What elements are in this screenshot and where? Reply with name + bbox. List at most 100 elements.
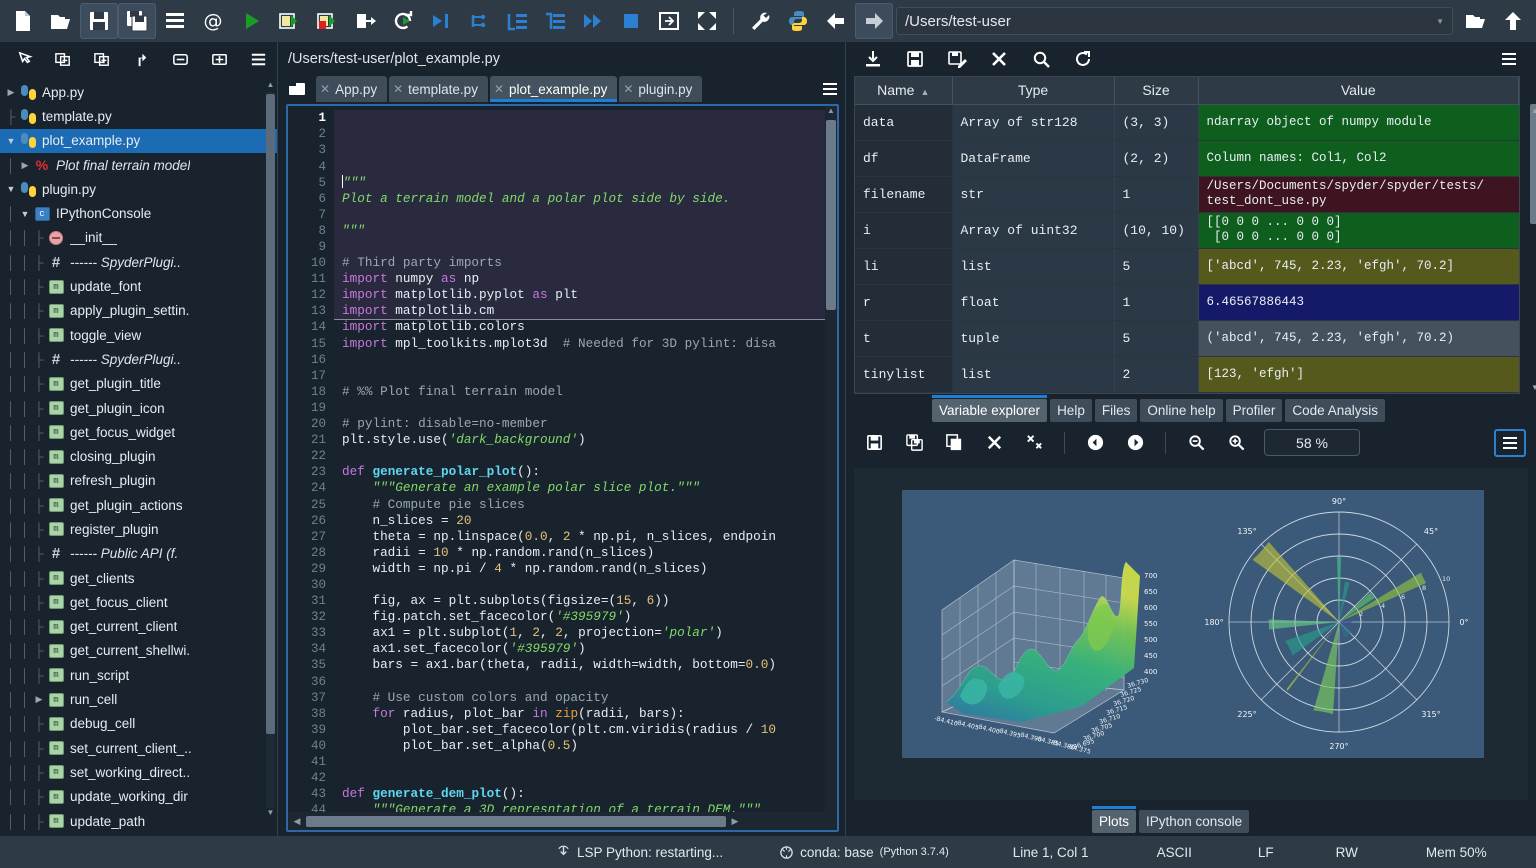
collapse-selection-icon[interactable] [45, 45, 82, 73]
cell-name[interactable]: i [855, 212, 953, 249]
cell-value[interactable]: ['abcd', 745, 2.23, 'efgh', 70.2] [1198, 248, 1519, 285]
chevron-right-icon[interactable]: ▶ [4, 87, 18, 98]
cell-value[interactable]: ('abcd', 745, 2.23, 'efgh', 70.2) [1198, 320, 1519, 357]
cell-size[interactable]: (3, 3) [1114, 104, 1199, 141]
interpreter-status[interactable]: conda: base (Python 3.7.4) [779, 845, 949, 860]
plots-options-icon[interactable] [1494, 428, 1526, 457]
cell-size[interactable]: 5 [1114, 320, 1199, 357]
working-directory-input[interactable]: /Users/test-user ▼ [896, 7, 1453, 35]
copy-plot-icon[interactable] [936, 428, 972, 458]
tab-ipython-console[interactable]: IPython console [1139, 810, 1250, 833]
outline-item-set-working-direct[interactable]: │ │ ├ m set_working_direct.. [0, 760, 277, 784]
column-header-size[interactable]: Size [1114, 77, 1199, 105]
right-pane-tabs[interactable]: Variable explorer Help Files Online help Pro… [846, 394, 1536, 422]
table-header-row[interactable]: Name ▲ Type Size Value [855, 77, 1519, 105]
outline-tree[interactable]: ▶ App.py ├ template.py ▼ plot_example.py │ ▶% Pl… [0, 76, 277, 833]
tab-help[interactable]: Help [1050, 398, 1092, 422]
arrow-up-icon[interactable] [1494, 3, 1532, 39]
save-data-icon[interactable] [896, 45, 934, 73]
outline-item-get-current-client[interactable]: │ │ ├ m get_current_client [0, 615, 277, 639]
editor-tab-plugin-py[interactable]: ✕ plugin.py [619, 76, 703, 103]
hscroll-right-arrow-icon[interactable]: ▶ [728, 816, 742, 827]
editor-vertical-scrollbar[interactable]: ▲ [825, 106, 837, 812]
outline-item-run-cell[interactable]: │ │ ▶ m run_cell [0, 687, 277, 711]
cell-size[interactable]: (2, 2) [1114, 140, 1199, 177]
outline-item-run-script[interactable]: │ │ ├ m run_script [0, 663, 277, 687]
outline-item-spyderplugi[interactable]: │ │ ├ # ------ SpyderPlugi.. [0, 347, 277, 371]
outline-item-update-working-dir[interactable]: │ │ ├ m update_working_dir [0, 785, 277, 809]
cell-name[interactable]: tinylist [855, 356, 953, 393]
python-logo-icon[interactable] [779, 3, 817, 39]
editor-options-icon[interactable] [815, 76, 845, 102]
cell-size[interactable]: 2 [1114, 356, 1199, 393]
cell-name[interactable]: data [855, 104, 953, 141]
chevron-right-icon[interactable]: ▶ [18, 160, 32, 171]
lsp-status[interactable]: LSP Python: restarting... [556, 845, 723, 860]
outline-scrollbar[interactable]: ▲ ▼ [266, 80, 275, 820]
scrollbar-thumb[interactable] [266, 94, 275, 734]
outline-item-update-font[interactable]: │ │ ├ m update_font [0, 274, 277, 298]
outline-item-register-plugin[interactable]: │ │ ├ m register_plugin [0, 517, 277, 541]
outline-item-plot-final-terrain-model[interactable]: │ ▶% Plot final terrain model [0, 153, 277, 177]
save-data-as-icon[interactable] [938, 45, 976, 73]
code-text[interactable]: """ Plot a terrain model and a polar plot… [334, 106, 837, 812]
cell-name[interactable]: r [855, 284, 953, 321]
outline-item-spyderplugi[interactable]: │ │ ├ # ------ SpyderPlugi.. [0, 250, 277, 274]
cell-size[interactable]: 1 [1114, 176, 1199, 213]
open-file-icon[interactable] [42, 3, 80, 39]
cell-value[interactable]: Column names: Col1, Col2 [1198, 140, 1519, 177]
column-header-value[interactable]: Value [1198, 77, 1519, 105]
folder-open-icon[interactable] [1456, 3, 1494, 39]
bottom-pane-tabs[interactable]: Plots IPython console [846, 800, 1536, 836]
scroll-down-arrow-icon[interactable]: ▼ [1531, 383, 1536, 392]
outline-item-closing-plugin[interactable]: │ │ ├ m closing_plugin [0, 444, 277, 468]
cell-type[interactable]: list [952, 248, 1115, 285]
outline-item-plugin-py[interactable]: ▼ plugin.py [0, 177, 277, 201]
table-body[interactable]: data Array of str128 (3, 3) ndarray object … [855, 104, 1519, 393]
cell-type[interactable]: list [952, 356, 1115, 393]
editor-hscroll-thumb[interactable] [306, 815, 726, 827]
cell-type[interactable]: float [952, 284, 1115, 321]
cell-value[interactable]: 6.46567886443 [1198, 284, 1519, 321]
outline-item-set-current-client[interactable]: │ │ ├ m set_current_client_.. [0, 736, 277, 760]
outline-item-refresh-plugin[interactable]: │ │ ├ m refresh_plugin [0, 469, 277, 493]
go-to-cursor-icon[interactable] [6, 45, 43, 73]
search-variables-icon[interactable] [1022, 45, 1060, 73]
run-cell-advance-icon[interactable] [308, 3, 346, 39]
close-tab-icon[interactable]: ✕ [320, 82, 330, 96]
editor-vscroll-thumb[interactable] [826, 120, 836, 311]
table-row[interactable]: filename str 1/Users/Documents/spyder/spyd… [855, 176, 1519, 213]
remove-all-variables-icon[interactable] [980, 45, 1018, 73]
wrench-icon[interactable] [741, 3, 779, 39]
next-plot-icon[interactable] [1117, 428, 1153, 458]
remove-plot-icon[interactable] [976, 428, 1012, 458]
code-area[interactable]: 1 2 3 4 5 6 7 8 9 10 11 12 13 14 15 16 17 18 19 20 21 22 23 24 2… [288, 106, 837, 812]
hscroll-left-arrow-icon[interactable]: ◀ [290, 816, 304, 827]
import-data-icon[interactable] [854, 45, 892, 73]
scroll-up-arrow-icon[interactable]: ▲ [1531, 106, 1536, 115]
run-file-icon[interactable] [232, 3, 270, 39]
table-row[interactable]: i Array of uint32 (10, 10) [[0 0 0 ... 0 0 … [855, 212, 1519, 249]
variable-explorer-options-icon[interactable] [1490, 45, 1528, 73]
browse-tabs-icon[interactable] [284, 76, 310, 102]
cell-size[interactable]: (10, 10) [1114, 212, 1199, 249]
save-plot-icon[interactable] [856, 428, 892, 458]
maximize-pane-icon[interactable] [650, 3, 688, 39]
editor-horizontal-scrollbar[interactable]: ◀ ▶ [288, 812, 837, 830]
chevron-down-icon[interactable]: ▼ [18, 209, 32, 219]
file-switcher-icon[interactable] [156, 3, 194, 39]
tab-files[interactable]: Files [1094, 398, 1138, 422]
code-editor[interactable]: 1 2 3 4 5 6 7 8 9 10 11 12 13 14 15 16 17 18 19 20 21 22 23 24 2… [286, 104, 839, 832]
variable-explorer-table[interactable]: Name ▲ Type Size Value data Array of str128 (3… [855, 77, 1519, 393]
run-cell-icon[interactable] [270, 3, 308, 39]
plots-display-area[interactable]: 700 650 600 550 500 450 400 36.730 36.725 3… [854, 467, 1528, 800]
show-fullpath-icon[interactable] [123, 45, 160, 73]
scroll-down-arrow-icon[interactable]: ▼ [266, 808, 275, 820]
collapse-all-icon[interactable] [162, 45, 199, 73]
close-tab-icon[interactable]: ✕ [494, 82, 504, 96]
column-header-name[interactable]: Name ▲ [855, 77, 953, 105]
tab-online-help[interactable]: Online help [1140, 398, 1223, 422]
refresh-variables-icon[interactable] [1064, 45, 1102, 73]
cell-value[interactable]: [123, 'efgh'] [1198, 356, 1519, 393]
cell-size[interactable]: 1 [1114, 284, 1199, 321]
